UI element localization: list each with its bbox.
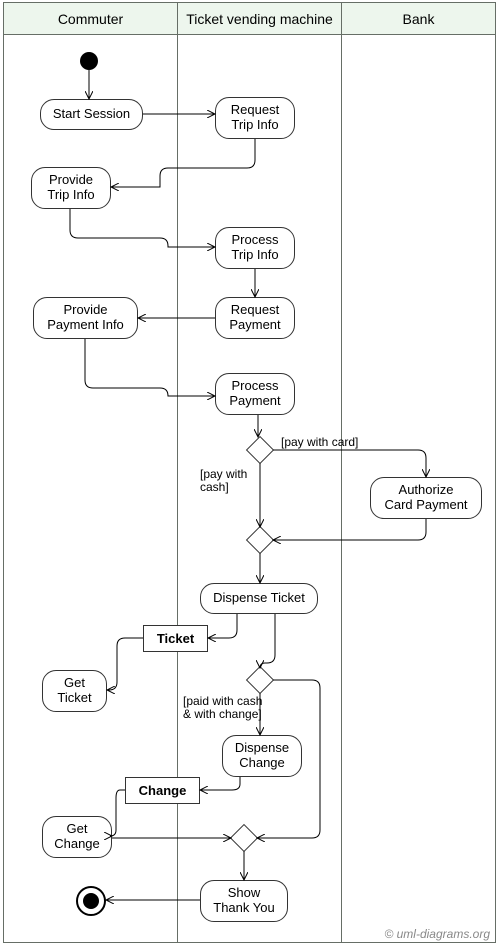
object-change: Change bbox=[125, 777, 200, 804]
activity-label: Get Ticket bbox=[57, 676, 91, 706]
activity-request-payment: Request Payment bbox=[215, 297, 295, 339]
guard-pay-cash: [pay with cash] bbox=[200, 468, 247, 494]
object-ticket: Ticket bbox=[143, 625, 208, 652]
activity-provide-payment-info: Provide Payment Info bbox=[33, 297, 138, 339]
activity-label: Show Thank You bbox=[213, 886, 274, 916]
activity-start-session: Start Session bbox=[40, 99, 143, 130]
final-node bbox=[76, 886, 106, 916]
activity-dispense-ticket: Dispense Ticket bbox=[200, 583, 318, 614]
lane-header-label: Bank bbox=[403, 11, 435, 27]
activity-label: Request Payment bbox=[229, 303, 280, 333]
activity-process-trip-info: Process Trip Info bbox=[215, 227, 295, 269]
lane-header-label: Ticket vending machine bbox=[186, 11, 333, 27]
object-label: Change bbox=[139, 783, 187, 798]
activity-label: Provide Trip Info bbox=[47, 173, 94, 203]
activity-process-payment: Process Payment bbox=[215, 373, 295, 415]
activity-request-trip-info: Request Trip Info bbox=[215, 97, 295, 139]
lane-header-label: Commuter bbox=[58, 11, 123, 27]
activity-diagram: Commuter Ticket vending machine Bank Sta… bbox=[0, 0, 500, 947]
activity-dispense-change: Dispense Change bbox=[222, 735, 302, 777]
guard-pay-card: [pay with card] bbox=[281, 436, 358, 449]
activity-show-thank-you: Show Thank You bbox=[200, 880, 288, 922]
lane-header-bank: Bank bbox=[341, 2, 496, 35]
activity-label: Process Trip Info bbox=[231, 233, 278, 263]
activity-label: Dispense Ticket bbox=[213, 591, 305, 606]
activity-label: Process Payment bbox=[229, 379, 280, 409]
activity-label: Provide Payment Info bbox=[47, 303, 124, 333]
activity-get-ticket: Get Ticket bbox=[42, 670, 107, 712]
initial-node bbox=[80, 52, 98, 70]
lane-header-commuter: Commuter bbox=[3, 2, 178, 35]
activity-label: Dispense Change bbox=[235, 741, 289, 771]
guard-paid-cash-change: [paid with cash & with change] bbox=[183, 695, 262, 721]
activity-label: Authorize Card Payment bbox=[384, 483, 467, 513]
activity-provide-trip-info: Provide Trip Info bbox=[31, 167, 111, 209]
lane-header-tvm: Ticket vending machine bbox=[177, 2, 342, 35]
activity-label: Get Change bbox=[54, 822, 100, 852]
copyright-label: © uml-diagrams.org bbox=[384, 927, 490, 941]
activity-authorize-card: Authorize Card Payment bbox=[370, 477, 482, 519]
activity-label: Start Session bbox=[53, 107, 130, 122]
activity-get-change: Get Change bbox=[42, 816, 112, 858]
activity-label: Request Trip Info bbox=[231, 103, 279, 133]
object-label: Ticket bbox=[157, 631, 194, 646]
